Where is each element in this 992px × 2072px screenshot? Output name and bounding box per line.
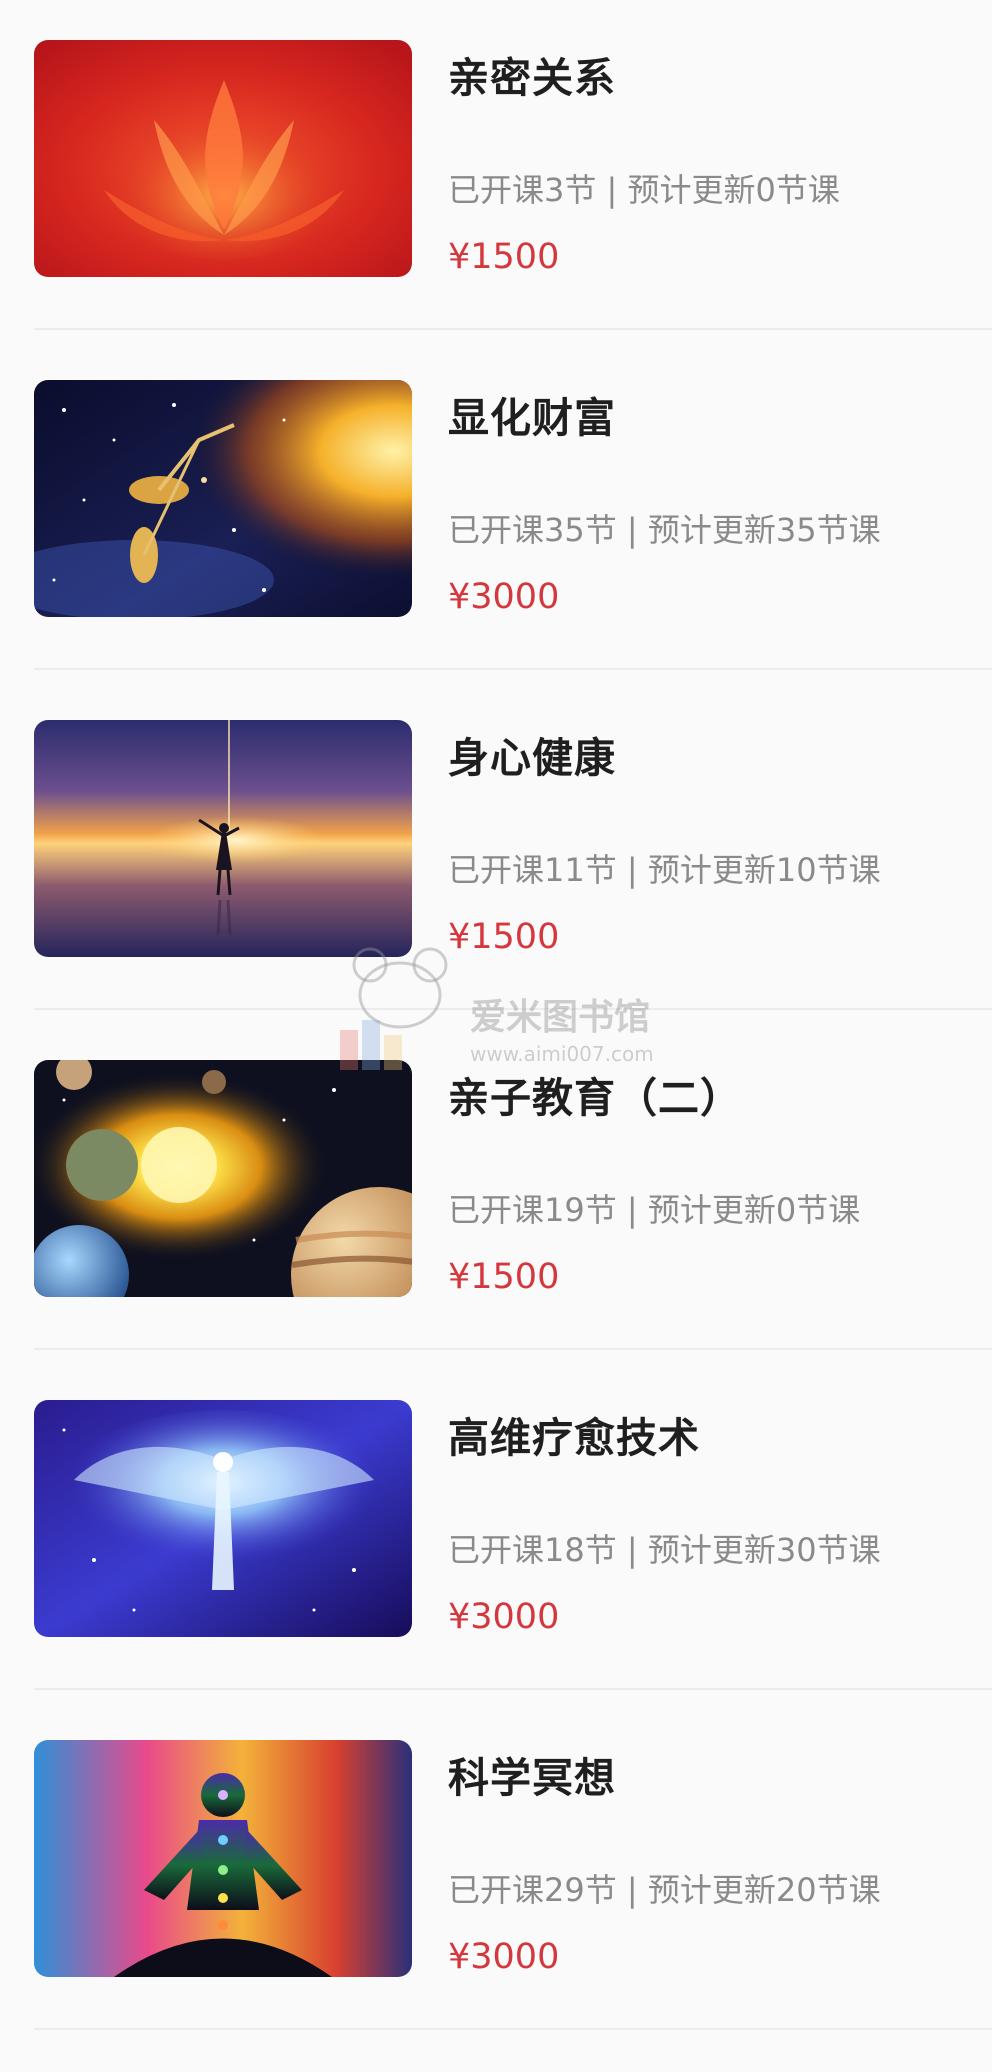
divider: [34, 1688, 992, 1690]
course-thumbnail[interactable]: [34, 1400, 412, 1637]
course-thumbnail[interactable]: [34, 720, 412, 957]
course-title: 科学冥想: [448, 1754, 616, 1802]
course-item[interactable]: 科学冥想 已开课29节 | 预计更新20节课 ¥3000: [34, 1732, 992, 2072]
course-title: 身心健康: [448, 734, 616, 782]
glowing-angel-image: [34, 1400, 412, 1637]
solar-system-image: [34, 1060, 412, 1297]
course-price: ¥1500: [448, 917, 560, 957]
course-thumbnail[interactable]: [34, 380, 412, 617]
course-title: 高维疗愈技术: [448, 1414, 700, 1462]
course-lesson-info: 已开课18节 | 预计更新30节课: [448, 1531, 881, 1569]
cosmic-scales-image: [34, 380, 412, 617]
course-lesson-info: 已开课11节 | 预计更新10节课: [448, 851, 881, 889]
course-title: 显化财富: [448, 394, 616, 442]
course-thumbnail[interactable]: [34, 1060, 412, 1297]
course-item[interactable]: 亲密关系 已开课3节 | 预计更新0节课 ¥1500: [34, 32, 992, 372]
course-thumbnail[interactable]: [34, 1740, 412, 1977]
course-price: ¥3000: [448, 1937, 560, 1977]
course-price: ¥3000: [448, 1597, 560, 1637]
divider: [34, 668, 992, 670]
course-lesson-info: 已开课19节 | 预计更新0节课: [448, 1191, 861, 1229]
flame-lotus-image: [34, 40, 412, 277]
course-price: ¥3000: [448, 577, 560, 617]
divider: [34, 2028, 992, 2030]
divider: [34, 1348, 992, 1350]
meditation-chakra-image: [34, 1740, 412, 1977]
divider: [34, 328, 992, 330]
course-lesson-info: 已开课29节 | 预计更新20节课: [448, 1871, 881, 1909]
course-price: ¥1500: [448, 237, 560, 277]
course-lesson-info: 已开课3节 | 预计更新0节课: [448, 171, 840, 209]
sunset-silhouette-image: [34, 720, 412, 957]
course-lesson-info: 已开课35节 | 预计更新35节课: [448, 511, 881, 549]
course-item[interactable]: 亲子教育（二） 已开课19节 | 预计更新0节课 ¥1500: [34, 1052, 992, 1392]
course-title: 亲密关系: [448, 54, 616, 102]
course-thumbnail[interactable]: [34, 40, 412, 277]
course-price: ¥1500: [448, 1257, 560, 1297]
course-item[interactable]: 身心健康 已开课11节 | 预计更新10节课 ¥1500: [34, 712, 992, 1052]
course-item[interactable]: 显化财富 已开课35节 | 预计更新35节课 ¥3000: [34, 372, 992, 712]
course-title: 亲子教育（二）: [448, 1074, 742, 1122]
course-item[interactable]: 高维疗愈技术 已开课18节 | 预计更新30节课 ¥3000: [34, 1392, 992, 1732]
divider: [34, 1008, 992, 1010]
